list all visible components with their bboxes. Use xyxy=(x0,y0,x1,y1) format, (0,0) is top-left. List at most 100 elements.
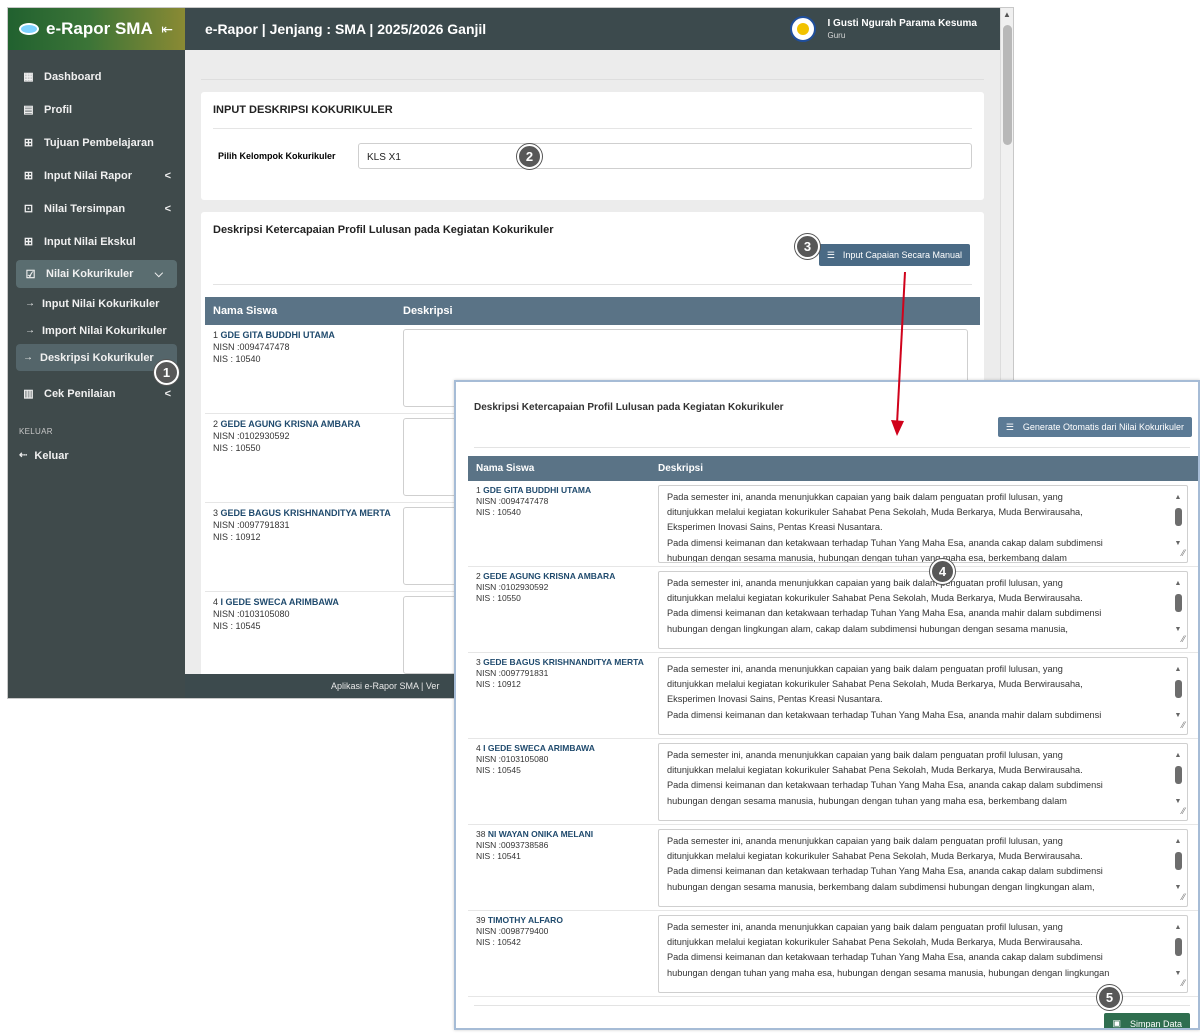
table-row: 4 I GEDE SWECA ARIMBAWA NISN :0103105080 N… xyxy=(468,739,1198,825)
column-header: Deskripsi xyxy=(658,463,704,474)
sidebar-item-keluar[interactable]: ⇠ Keluar xyxy=(8,442,185,469)
description-line: ditunjukkan melalui kegiatan kokurikuler… xyxy=(667,937,1083,948)
scroll-up-icon[interactable]: ▲ xyxy=(1173,920,1183,935)
button-label: Generate Otomatis dari Nilai Kokurikuler xyxy=(1022,422,1184,432)
student-no: 2 xyxy=(213,419,219,429)
group-select[interactable]: KLS X1 xyxy=(358,143,972,169)
dashboard-icon: ▦ xyxy=(23,71,34,83)
page-title: e-Rapor | Jenjang : SMA | 2025/2026 Ganj… xyxy=(205,21,487,37)
generate-auto-button[interactable]: ☰ Generate Otomatis dari Nilai Kokurikule… xyxy=(997,417,1192,437)
sidebar-item-profil[interactable]: ▤ Profil xyxy=(8,93,185,126)
sidebar-nav: ▦ Dashboard ▤ Profil ⊞ Tujuan Pembelajaran … xyxy=(8,50,185,469)
scroll-up-icon[interactable]: ▲ xyxy=(1001,10,1013,19)
resize-grip-icon[interactable]: ⁄⁄ xyxy=(1182,546,1185,561)
user-name: I Gusti Ngurah Parama Kesuma xyxy=(827,18,978,29)
avatar xyxy=(789,16,816,42)
description-line: Eksperimen Inovasi Sains, Pentas Kreasi … xyxy=(667,522,883,533)
sidebar-item-label: Profil xyxy=(44,103,73,116)
scroll-thumb[interactable] xyxy=(1174,594,1182,613)
description-textarea[interactable]: Pada semester ini, ananda menunjukkan ca… xyxy=(658,485,1188,563)
description-line: Pada dimensi keimanan dan ketakwaan terh… xyxy=(667,780,1103,791)
list-icon: ☰ xyxy=(826,249,835,260)
scroll-thumb[interactable] xyxy=(1174,766,1182,785)
student-nis: NIS : 10540 xyxy=(476,507,521,517)
table-body: 1 GDE GITA BUDDHI UTAMA NISN :0094747478 N… xyxy=(456,481,1198,997)
sidebar-item-input-nilai-rapor[interactable]: ⊞ Input Nilai Rapor < xyxy=(8,159,185,192)
sidebar-subitem-import-nilai-kokurikuler[interactable]: → Import Nilai Kokurikuler xyxy=(8,317,185,344)
sidebar-item-dashboard[interactable]: ▦ Dashboard xyxy=(8,60,185,93)
zoomed-description-panel: Deskripsi Ketercapaian Profil Lulusan pa… xyxy=(454,380,1200,1030)
description-line: ditunjukkan melalui kegiatan kokurikuler… xyxy=(667,507,1083,518)
student-nisn: NISN :0097791831 xyxy=(476,668,549,678)
student-nis: NIS : 10541 xyxy=(476,851,521,861)
student-nis: NIS : 10542 xyxy=(476,937,521,947)
sidebar-item-label: Dashboard xyxy=(44,70,102,83)
description-textarea[interactable]: Pada semester ini, ananda menunjukkan ca… xyxy=(658,743,1188,821)
manual-input-button[interactable]: ☰ Input Capaian Secara Manual xyxy=(818,244,970,266)
scroll-up-icon[interactable]: ▲ xyxy=(1173,748,1183,763)
divider xyxy=(474,447,1190,448)
student-nis: NIS : 10545 xyxy=(213,621,261,631)
student-info: 1 GDE GITA BUDDHI UTAMA NISN :0094747478 N… xyxy=(468,485,658,566)
arrow-right-icon: → xyxy=(25,298,35,309)
resize-grip-icon[interactable]: ⁄⁄ xyxy=(1182,632,1185,647)
description-textarea[interactable]: Pada semester ini, ananda menunjukkan ca… xyxy=(658,571,1188,649)
scroll-thumb[interactable] xyxy=(1174,852,1182,871)
sidebar-item-label: Input Nilai Ekskul xyxy=(44,235,136,248)
description-line: Pada dimensi keimanan dan ketakwaan terh… xyxy=(667,709,1102,720)
description-textarea[interactable]: Pada semester ini, ananda menunjukkan ca… xyxy=(658,829,1188,907)
student-info: 1 GDE GITA BUDDHI UTAMA NISN :0094747478 N… xyxy=(205,329,403,413)
user-menu[interactable]: I Gusti Ngurah Parama Kesuma Guru xyxy=(789,16,978,42)
sidebar-item-input-nilai-ekskul[interactable]: ⊞ Input Nilai Ekskul xyxy=(8,225,185,258)
scroll-up-icon[interactable]: ▲ xyxy=(1173,834,1183,849)
student-nisn: NISN :0103105080 xyxy=(213,609,290,619)
student-nisn: NISN :0103105080 xyxy=(476,754,549,764)
student-name: GEDE AGUNG KRISNA AMBARA xyxy=(483,571,616,581)
scroll-thumb[interactable] xyxy=(1174,680,1182,699)
sidebar-item-label: Nilai Kokurikuler xyxy=(46,268,134,280)
resize-grip-icon[interactable]: ⁄⁄ xyxy=(1182,976,1185,991)
sidebar-item-tujuan-pembelajaran[interactable]: ⊞ Tujuan Pembelajaran xyxy=(8,126,185,159)
description-line: hubungan dengan sesama manusia, hubungan… xyxy=(667,795,1067,806)
panel-title: Deskripsi Ketercapaian Profil Lulusan pa… xyxy=(474,402,784,413)
sidebar-subitem-label: Import Nilai Kokurikuler xyxy=(42,324,167,337)
scroll-thumb[interactable] xyxy=(1174,508,1182,527)
brand[interactable]: e-Rapor SMA ⇤ xyxy=(8,8,185,50)
column-header: Deskripsi xyxy=(403,305,453,317)
student-name: GDE GITA BUDDHI UTAMA xyxy=(483,485,592,495)
scroll-up-icon[interactable]: ▲ xyxy=(1173,490,1183,505)
list-icon: ☰ xyxy=(1005,421,1014,432)
step-marker: 4 xyxy=(930,559,955,584)
collapse-icon[interactable]: ⇤ xyxy=(161,21,173,38)
resize-grip-icon[interactable]: ⁄⁄ xyxy=(1182,718,1185,733)
group-select-row: Pilih Kelompok Kokurikuler KLS X1 xyxy=(213,143,972,169)
student-nisn: NISN :0094747478 xyxy=(476,496,549,506)
scroll-thumb[interactable] xyxy=(1002,25,1012,145)
description-textarea[interactable]: Pada semester ini, ananda menunjukkan ca… xyxy=(658,915,1188,993)
student-nis: NIS : 10540 xyxy=(213,354,261,364)
scroll-up-icon[interactable]: ▲ xyxy=(1173,576,1183,591)
sidebar-subitem-input-nilai-kokurikuler[interactable]: → Input Nilai Kokurikuler xyxy=(8,290,185,317)
scroll-thumb[interactable] xyxy=(1174,938,1182,957)
student-info: 2 GEDE AGUNG KRISNA AMBARA NISN :01029305… xyxy=(205,418,403,502)
sidebar-item-nilai-tersimpan[interactable]: ⊡ Nilai Tersimpan < xyxy=(8,192,185,225)
sidebar-subitem-deskripsi-kokurikuler[interactable]: → Deskripsi Kokurikuler xyxy=(16,344,177,371)
description-line: ditunjukkan melalui kegiatan kokurikuler… xyxy=(667,851,1083,862)
resize-grip-icon[interactable]: ⁄⁄ xyxy=(1182,890,1185,905)
description-textarea[interactable]: Pada semester ini, ananda menunjukkan ca… xyxy=(658,657,1188,735)
description-line: Pada semester ini, ananda menunjukkan ca… xyxy=(667,664,1063,674)
student-name: GDE GITA BUDDHI UTAMA xyxy=(220,330,335,340)
description-line: Pada semester ini, ananda menunjukkan ca… xyxy=(667,492,1063,502)
button-label: Simpan Data xyxy=(1129,1018,1182,1029)
id-card-icon: ▤ xyxy=(23,104,34,116)
student-no: 3 xyxy=(213,508,219,518)
save-button[interactable]: ▣ Simpan Data xyxy=(1104,1013,1190,1029)
plus-square-icon: ⊞ xyxy=(23,170,34,182)
resize-grip-icon[interactable]: ⁄⁄ xyxy=(1182,804,1185,819)
description-line: Pada semester ini, ananda menunjukkan ca… xyxy=(667,836,1063,846)
scroll-up-icon[interactable]: ▲ xyxy=(1173,662,1183,677)
sidebar-item-label: Cek Penilaian xyxy=(44,387,116,400)
app-name: e-Rapor SMA xyxy=(46,19,153,38)
table-row: 1 GDE GITA BUDDHI UTAMA NISN :0094747478 N… xyxy=(468,481,1198,567)
sidebar-item-nilai-kokurikuler[interactable]: ☑ Nilai Kokurikuler ⌵ xyxy=(16,260,177,288)
